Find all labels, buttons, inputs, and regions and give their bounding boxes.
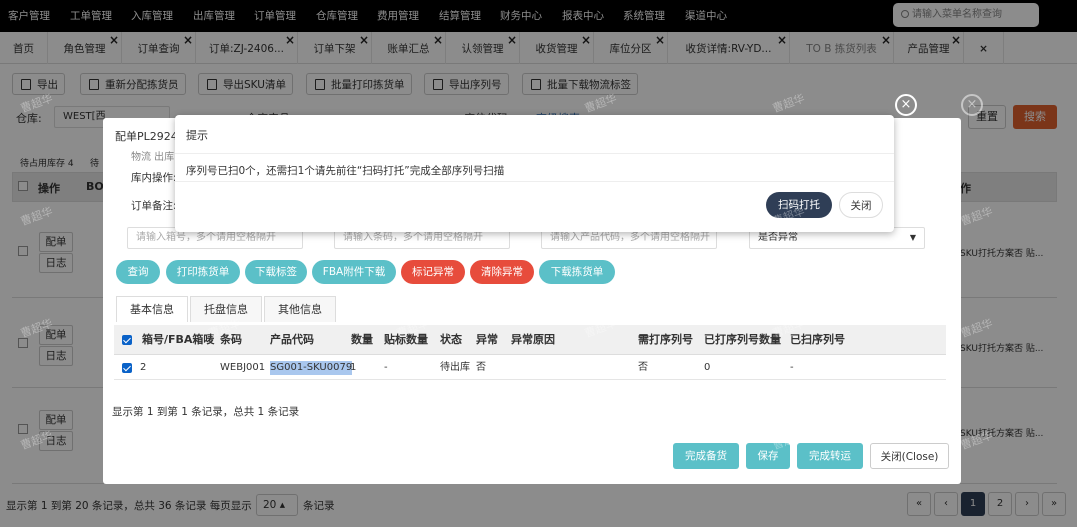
prompt-dialog: 提示 序列号已扫0个，还需扫1个请先前往“扫码打托”完成全部序列号扫描 扫码打托… [175, 115, 894, 232]
complete-stock-button[interactable]: 完成备货 [673, 443, 739, 469]
cell-need-serial: 否 [638, 362, 648, 373]
select-all-checkbox[interactable] [122, 335, 132, 345]
cell-barcode: WEBJ001 [220, 362, 266, 373]
divider [175, 181, 894, 182]
download-label-button[interactable]: 下载标签 [245, 260, 307, 284]
clear-exception-button[interactable]: 清除异常 [470, 260, 534, 284]
modal-table-summary: 显示第 1 到第 1 条记录，总共 1 条记录 [112, 406, 300, 418]
query-button[interactable]: 查询 [116, 260, 160, 284]
cell-scanned-serial: - [790, 362, 794, 373]
close-icon[interactable]: × [895, 94, 917, 116]
cell-label-qty: - [384, 362, 388, 373]
ship-label: 物流 出库 [131, 152, 175, 163]
operation-label: 库内操作: [131, 172, 177, 184]
prompt-title: 提示 [186, 129, 208, 142]
tab-other-info[interactable]: 其他信息 [264, 296, 336, 322]
column-header: 产品代码 [270, 333, 314, 346]
column-header: 异常原因 [511, 333, 555, 346]
column-header: 已打序列号数量 [704, 333, 781, 346]
tab-basic-info[interactable]: 基本信息 [116, 296, 188, 322]
column-header: 贴标数量 [384, 333, 428, 346]
column-header: 已扫序列号 [790, 333, 845, 346]
item-table-header: 箱号/FBA箱唛 条码 产品代码 数量 贴标数量 状态 异常 异常原因 需打序列… [114, 325, 946, 355]
cell-status: 待出库 [440, 362, 470, 373]
scan-pallet-button[interactable]: 扫码打托 [766, 192, 832, 218]
fba-attachment-button[interactable]: FBA附件下载 [312, 260, 396, 284]
column-header: 数量 [351, 333, 373, 346]
download-pick-list-button[interactable]: 下载拣货单 [539, 260, 615, 284]
close-icon[interactable]: × [961, 94, 983, 116]
column-header: 条码 [220, 333, 242, 346]
save-button[interactable]: 保存 [746, 443, 790, 469]
column-header: 箱号/FBA箱唛 [142, 333, 215, 346]
caret-down-icon: ▼ [909, 233, 916, 242]
cell-serial-count: 0 [704, 362, 711, 373]
row-checkbox[interactable] [122, 363, 132, 373]
select-value: 是否异常 [758, 232, 798, 243]
cell-box-no: 2 [140, 362, 147, 373]
cell-qty: 1 [350, 362, 357, 373]
column-header: 状态 [440, 333, 462, 346]
remark-label: 订单备注: [131, 200, 177, 212]
close-modal-button[interactable]: 关闭(Close) [870, 443, 949, 469]
tab-pallet-info[interactable]: 托盘信息 [190, 296, 262, 322]
column-header: 异常 [476, 333, 498, 346]
divider [175, 153, 894, 154]
prompt-message: 序列号已扫0个，还需扫1个请先前往“扫码打托”完成全部序列号扫描 [186, 165, 505, 177]
mark-exception-button[interactable]: 标记异常 [401, 260, 465, 284]
print-pick-list-button[interactable]: 打印拣货单 [166, 260, 240, 284]
complete-transfer-button[interactable]: 完成转运 [797, 443, 863, 469]
prompt-close-button[interactable]: 关闭 [839, 192, 883, 218]
cell-exception: 否 [476, 362, 486, 373]
cell-product-code: SG001-SKU0079 [270, 361, 353, 375]
column-header: 需打序列号 [638, 333, 693, 346]
